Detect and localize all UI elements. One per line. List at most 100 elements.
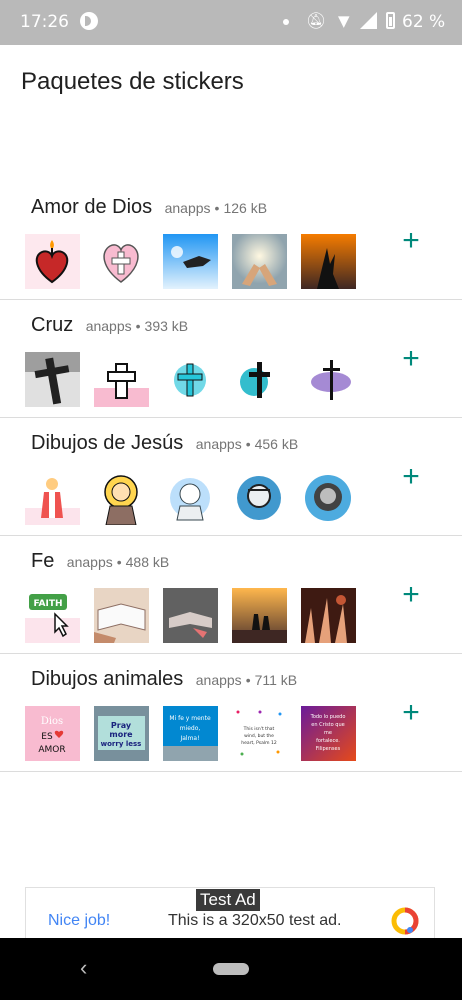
pack-name: Amor de Dios [31, 196, 153, 218]
add-pack-button[interactable]: + [398, 580, 424, 610]
pack-meta: anapps • 488 kB [67, 554, 169, 570]
sticker-text-line: Filipenses [316, 746, 341, 752]
test-ad-badge: Test Ad [196, 889, 260, 911]
pack-header: Dibujos animales anapps • 711 kB [31, 668, 297, 691]
pack-meta-separator: • [245, 436, 251, 452]
add-pack-button[interactable]: + [398, 462, 424, 492]
outline-cross-sticker [94, 352, 149, 407]
sticker-text-line: wind, but the [244, 733, 274, 739]
bible-hands-sticker [94, 588, 149, 643]
heart-cross-sticker [94, 234, 149, 289]
sticker-text-line: ES [41, 732, 53, 742]
sticker-previews: FAITH [25, 588, 356, 643]
ad-body: This is a 320x50 test ad. [168, 912, 342, 929]
pack-author: anapps [164, 200, 211, 216]
pack-meta-separator: • [245, 672, 251, 688]
sticker-previews [25, 352, 356, 407]
pack-header: Dibujos de Jesús anapps • 456 kB [31, 432, 298, 455]
pack-meta: anapps • 456 kB [196, 436, 298, 452]
sticker-text-line: Mi fe y mente [169, 715, 211, 722]
wifi-icon: ▼ [338, 12, 350, 30]
pack-size: 711 kB [254, 672, 298, 688]
pack-size: 393 kB [144, 318, 189, 334]
pack-author: anapps [195, 436, 242, 452]
pack-size: 488 kB [125, 554, 170, 570]
pack-meta: anapps • 711 kB [196, 672, 297, 688]
pack-meta: anapps • 126 kB [165, 200, 267, 216]
pack-header: Cruz anapps • 393 kB [31, 314, 188, 337]
signal-icon [360, 12, 377, 29]
sunset-couple-sticker [232, 588, 287, 643]
pack-name: Dibujos animales [31, 668, 184, 690]
splash-cross-sticker [232, 352, 287, 407]
pack-author: anapps [195, 672, 242, 688]
pack-meta-separator: • [116, 554, 122, 570]
pack-item[interactable]: Amor de Dios anapps • 126 kB + [0, 182, 462, 300]
jesus-thorns-sticker [232, 470, 287, 525]
sticker-previews: Dios ES AMOR Pray more worry less Mi fe … [25, 706, 356, 761]
faith-button-sticker: FAITH [25, 588, 80, 643]
faith-label: FAITH [33, 599, 62, 609]
sticker-previews [25, 234, 356, 289]
pack-size: 126 kB [223, 200, 268, 216]
pack-item[interactable]: Dibujos animales anapps • 711 kB Dios ES A… [0, 654, 462, 772]
pack-meta-separator: • [135, 318, 141, 334]
pack-author: anapps [66, 554, 113, 570]
pack-name: Fe [31, 550, 55, 572]
status-bar: 17:26 🔕︎ ▼ 62 % [0, 0, 462, 45]
pack-header: Fe anapps • 488 kB [31, 550, 169, 573]
pack-meta-separator: • [214, 200, 220, 216]
pack-size: 456 kB [254, 436, 299, 452]
sticker-text-line: AMOR [38, 745, 65, 755]
dios-es-amor-sticker: Dios ES AMOR [25, 706, 80, 761]
jesus-portrait-sticker [301, 470, 356, 525]
add-pack-button[interactable]: + [398, 226, 424, 256]
open-book-dark-sticker [163, 588, 218, 643]
sticker-text-line: fortalece. [316, 738, 340, 744]
page-title: Paquetes de stickers [21, 68, 244, 95]
purple-cross-sticker [301, 352, 356, 407]
sticker-text-line: Dios [41, 716, 63, 727]
navigation-bar: ‹ [0, 938, 462, 1000]
notification-dot-icon [283, 19, 289, 25]
pack-name: Cruz [31, 314, 74, 336]
add-pack-button[interactable]: + [398, 698, 424, 728]
sticker-text-line: Todo lo puedo [310, 714, 346, 720]
sacred-heart-sticker [25, 234, 80, 289]
mute-icon: 🔕︎ [306, 11, 327, 30]
sticker-text-line: en Cristo que [311, 722, 344, 728]
status-time: 17:26 [20, 12, 69, 32]
pack-author: anapps [85, 318, 132, 334]
home-pill-icon[interactable] [213, 963, 249, 975]
sticker-text-line: Pray [111, 721, 132, 730]
pack-item[interactable]: Fe anapps • 488 kB FAITH + [0, 536, 462, 654]
sticker-text-line: Jalma! [179, 735, 199, 742]
jesus-halo-sticker [94, 470, 149, 525]
pack-meta: anapps • 393 kB [86, 318, 188, 334]
battery-percent: 62 % [402, 12, 446, 32]
hands-light-sticker [232, 234, 287, 289]
jesus-sketch-blue-sticker [163, 470, 218, 525]
ad-logo-icon [391, 907, 419, 935]
dark-cross-sticker [25, 352, 80, 407]
pack-list: Amor de Dios anapps • 126 kB + Cruz anap… [0, 182, 462, 772]
app-notification-icon [80, 12, 98, 30]
mi-fe-sticker: Mi fe y mente miedo, Jalma! [163, 706, 218, 761]
back-icon[interactable]: ‹ [80, 955, 87, 981]
pack-header: Amor de Dios anapps • 126 kB [31, 196, 267, 219]
pack-item[interactable]: Cruz anapps • 393 kB + [0, 300, 462, 418]
sticker-text-line: This isn't that [243, 726, 275, 732]
sticker-text-line: heart, Psalm 12 [241, 740, 277, 746]
ad-headline[interactable]: Nice job! [48, 912, 110, 930]
sticker-text-line: more [109, 730, 133, 739]
pack-name: Dibujos de Jesús [31, 432, 184, 454]
sticker-previews [25, 470, 356, 525]
pray-more-sticker: Pray more worry less [94, 706, 149, 761]
sticker-text-line: worry less [101, 740, 142, 748]
battery-icon [386, 12, 395, 29]
pack-item[interactable]: Dibujos de Jesús anapps • 456 kB + [0, 418, 462, 536]
praying-hand-sky-sticker [163, 234, 218, 289]
todo-lo-puedo-sticker: Todo lo puedo en Cristo que me fortalece… [301, 706, 356, 761]
jesus-standing-sticker [25, 470, 80, 525]
add-pack-button[interactable]: + [398, 344, 424, 374]
